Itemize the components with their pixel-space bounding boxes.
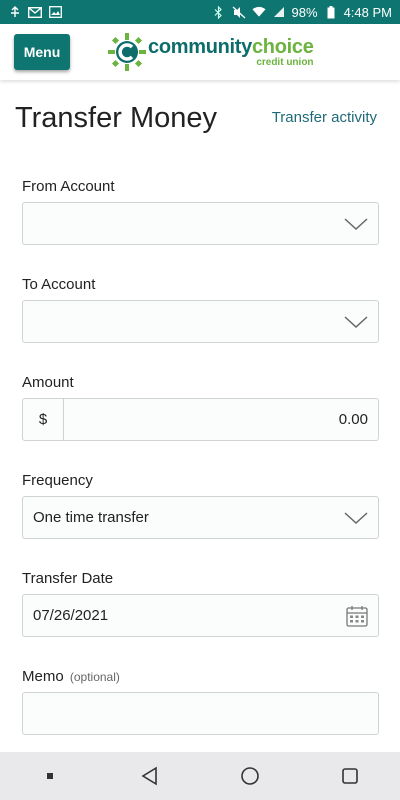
memo-input[interactable] — [22, 692, 379, 735]
back-icon[interactable] — [130, 756, 170, 796]
amount-input[interactable]: 0.00 — [64, 411, 378, 428]
transfer-activity-link[interactable]: Transfer activity — [272, 109, 377, 126]
frequency-label: Frequency — [22, 472, 93, 489]
status-left — [8, 5, 62, 19]
usb-debug-icon — [8, 5, 22, 19]
vibrate-mute-icon — [232, 5, 246, 19]
community-choice-logo[interactable]: communitychoice credit union — [108, 32, 314, 72]
memo-label: Memo (optional) — [22, 668, 120, 685]
calendar-icon[interactable] — [346, 605, 368, 627]
image-icon — [48, 5, 62, 19]
logo-sub: credit union — [256, 56, 314, 68]
currency-prefix: $ — [23, 399, 64, 440]
transfer-date-value: 07/26/2021 — [33, 607, 109, 624]
wifi-icon — [252, 5, 266, 19]
chevron-down-icon — [344, 218, 368, 231]
amount-label: Amount — [22, 374, 74, 391]
bluetooth-icon — [212, 5, 226, 19]
home-icon[interactable] — [230, 756, 270, 796]
chevron-down-icon — [344, 512, 368, 525]
frequency-value: One time transfer — [33, 509, 149, 526]
signal-icon — [272, 5, 286, 19]
battery-icon — [324, 5, 338, 19]
status-time: 4:48 PM — [343, 4, 392, 20]
to-account-select[interactable] — [22, 300, 379, 343]
logo-mark-icon — [108, 33, 146, 71]
transfer-date-label: Transfer Date — [22, 570, 114, 587]
amount-field[interactable]: $ 0.00 — [22, 398, 379, 441]
to-account-label: To Account — [22, 276, 96, 293]
optional-hint: (optional) — [69, 670, 120, 684]
from-account-select[interactable] — [22, 202, 379, 245]
frequency-select[interactable]: One time transfer — [22, 496, 379, 539]
logo-main: communitychoice — [148, 35, 314, 58]
transfer-date-field[interactable]: 07/26/2021 — [22, 594, 379, 637]
gmail-icon — [28, 5, 42, 19]
system-nav-bar — [0, 752, 400, 800]
chevron-down-icon — [344, 316, 368, 329]
recents-dot-icon[interactable] — [30, 756, 70, 796]
logo-text: communitychoice credit union — [148, 37, 314, 68]
app-header: Menu communitychoice credit union — [0, 24, 400, 80]
from-account-label: From Account — [22, 178, 115, 195]
menu-button[interactable]: Menu — [14, 34, 70, 70]
battery-percent: 98% — [291, 4, 318, 20]
page-title: Transfer Money — [15, 102, 217, 134]
status-right: 98% 4:48 PM — [212, 5, 392, 20]
overview-icon[interactable] — [330, 756, 370, 796]
status-bar: 98% 4:48 PM — [0, 0, 400, 24]
